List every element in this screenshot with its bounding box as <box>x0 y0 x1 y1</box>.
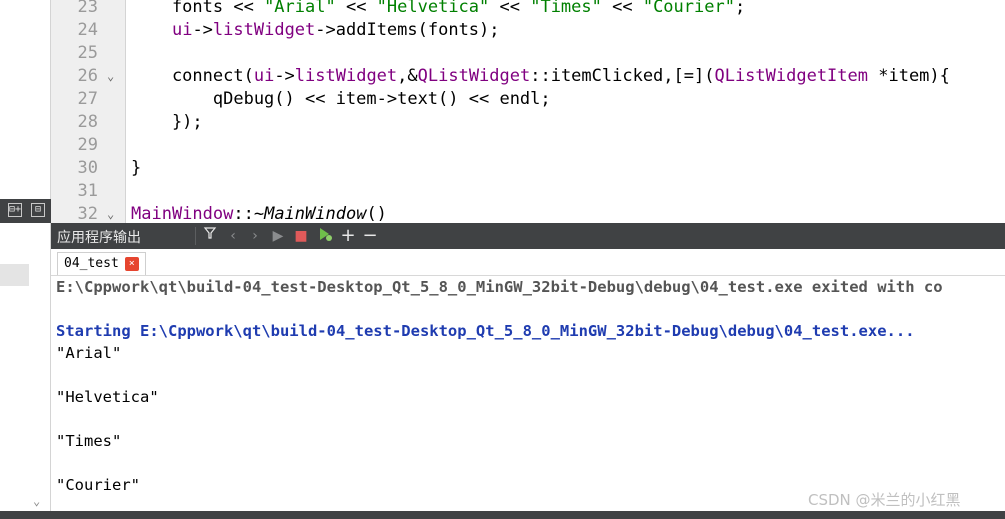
line-number: 30 <box>77 158 98 178</box>
code-token: << <box>335 0 377 17</box>
code-token: qDebug() << item->text() << endl; <box>131 89 551 109</box>
code-token: "Arial" <box>264 0 336 17</box>
code-text: qDebug() << item->text() << endl; <box>131 88 551 111</box>
code-text: } <box>131 157 141 180</box>
code-text: ui->listWidget->addItems(fonts); <box>131 19 500 42</box>
close-icon[interactable]: × <box>124 256 139 271</box>
code-line[interactable]: 30} <box>51 157 1005 180</box>
code-token: connect( <box>131 66 254 86</box>
watermark: CSDN @米兰的小红黑 <box>808 491 961 509</box>
code-token: *item){ <box>868 66 950 86</box>
code-token: "Times" <box>530 0 602 17</box>
code-token: << <box>489 0 531 17</box>
sidebar-toolbar: ⊟+ ⊟ <box>0 199 51 223</box>
fold-marker-icon[interactable]: ⌄ <box>107 65 114 88</box>
code-token: listWidget <box>294 66 398 86</box>
code-line[interactable]: 27 qDebug() << item->text() << endl; <box>51 88 1005 111</box>
code-line[interactable]: 28 }); <box>51 111 1005 134</box>
run-icon[interactable]: ▶ <box>270 226 286 246</box>
status-bar <box>0 511 1005 519</box>
line-number: 28 <box>77 112 98 132</box>
code-line[interactable]: 26 ⌄ connect(ui->listWidget,&QListWidget:… <box>51 65 1005 88</box>
fold-marker-icon[interactable]: ⌄ <box>107 203 114 223</box>
code-line[interactable]: 23 fonts << "Arial" << "Helvetica" << "T… <box>51 0 1005 19</box>
filter-icon[interactable] <box>201 226 219 246</box>
output-line: "Courier" <box>56 476 140 494</box>
add-icon[interactable]: + <box>340 226 356 246</box>
code-text: }); <box>131 111 203 134</box>
code-token: ::itemClicked,[=]( <box>530 66 715 86</box>
line-number: 25 <box>77 43 98 63</box>
code-editor[interactable]: 23 fonts << "Arial" << "Helvetica" << "T… <box>51 0 1005 223</box>
output-line: "Times" <box>56 432 122 450</box>
output-tab-bar: 04_test × <box>51 249 1005 276</box>
code-token: MainWindow <box>131 204 234 223</box>
code-token: ; <box>734 0 746 17</box>
code-text: MainWindow::~MainWindow() <box>131 203 387 223</box>
line-number: 32 <box>77 204 98 223</box>
application-output-header: 应用程序输出 ‹ › ▶ ■ + − <box>51 223 1005 249</box>
collapse-icon[interactable]: ⊟ <box>31 203 45 217</box>
code-token: } <box>131 158 142 178</box>
code-token: QListWidget <box>417 66 531 86</box>
code-line[interactable]: 25 <box>51 42 1005 65</box>
code-text: connect(ui->listWidget,&QListWidget::ite… <box>131 65 950 88</box>
sidebar-selected-row[interactable] <box>0 264 29 286</box>
code-line[interactable]: 32 ⌄ MainWindow::~MainWindow() <box>51 203 1005 223</box>
application-output-text[interactable]: E:\Cppwork\qt\build-04_test-Desktop_Qt_5… <box>51 276 1005 511</box>
code-token: listWidget <box>212 20 316 40</box>
code-token: ui <box>253 66 275 86</box>
scroll-down-icon[interactable]: ⌄ <box>33 494 40 508</box>
output-line: "Arial" <box>56 344 122 362</box>
code-token: << <box>601 0 643 17</box>
code-token: QListWidgetItem <box>714 66 868 86</box>
next-icon[interactable]: › <box>247 226 263 246</box>
code-token: }); <box>131 112 203 132</box>
code-token: :: <box>233 204 254 223</box>
line-number: 31 <box>77 181 98 201</box>
code-token: ->addItems(fonts); <box>315 20 500 40</box>
code-line[interactable]: 29 <box>51 134 1005 157</box>
code-line[interactable]: 31 <box>51 180 1005 203</box>
debug-run-icon[interactable] <box>316 226 334 246</box>
stop-icon[interactable]: ■ <box>293 226 309 246</box>
code-token: ui <box>171 20 193 40</box>
code-token: -> <box>274 66 295 86</box>
code-token: "Helvetica" <box>376 0 490 17</box>
line-number: 27 <box>77 89 98 109</box>
code-line[interactable]: 24 ui->listWidget->addItems(fonts); <box>51 19 1005 42</box>
code-token: ~MainWindow <box>253 204 367 223</box>
code-token: -> <box>192 20 213 40</box>
output-line: Starting E:\Cppwork\qt\build-04_test-Des… <box>56 322 915 340</box>
output-line: E:\Cppwork\qt\build-04_test-Desktop_Qt_5… <box>56 278 943 296</box>
code-token: () <box>366 204 387 223</box>
split-icon[interactable]: ⊟+ <box>8 203 22 217</box>
output-pane-title: 应用程序输出 <box>57 230 141 246</box>
left-sidebar-panel: ⊟+ ⊟ ⌄ <box>0 0 51 519</box>
code-text: fonts << "Arial" << "Helvetica" << "Time… <box>131 0 745 19</box>
tab-label: 04_test <box>64 256 119 271</box>
line-number: 29 <box>77 135 98 155</box>
tab-04-test[interactable]: 04_test × <box>57 252 146 275</box>
prev-icon[interactable]: ‹ <box>225 226 241 246</box>
code-token: fonts << <box>131 0 265 17</box>
remove-icon[interactable]: − <box>362 226 378 246</box>
output-line: "Helvetica" <box>56 388 159 406</box>
code-token: "Courier" <box>642 0 735 17</box>
code-token: ,& <box>397 66 418 86</box>
toolbar-separator <box>195 227 196 245</box>
line-number: 23 <box>77 0 98 17</box>
line-number: 24 <box>77 20 98 40</box>
line-number: 26 <box>77 66 98 86</box>
